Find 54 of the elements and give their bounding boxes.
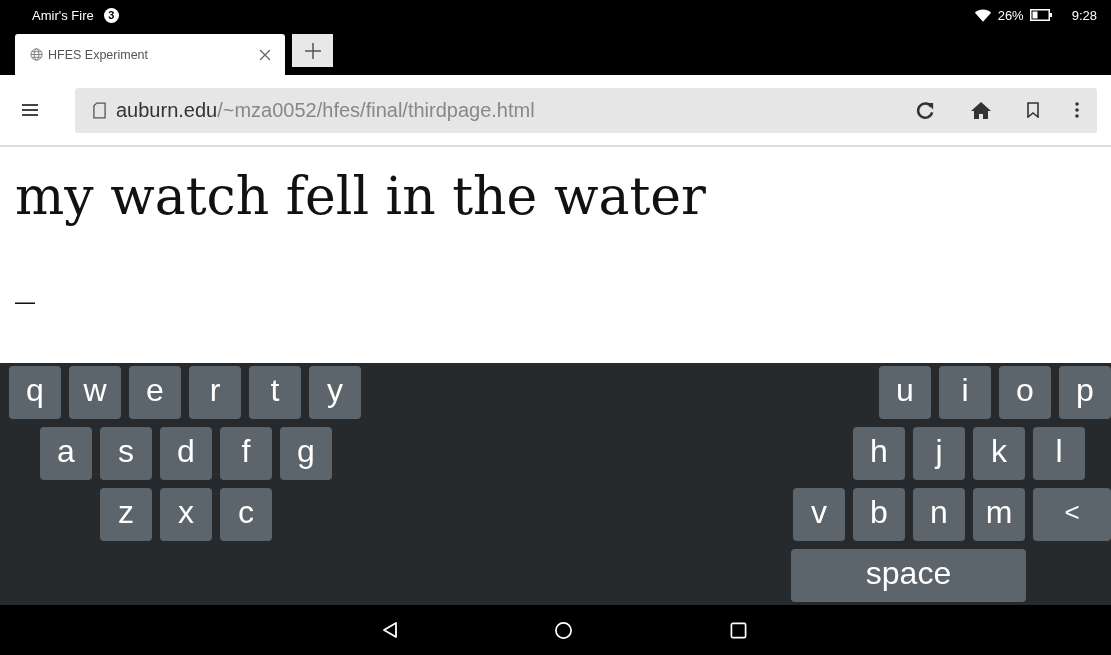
back-icon[interactable] (382, 621, 398, 639)
reload-icon[interactable] (916, 100, 935, 120)
typed-text: _ (15, 261, 36, 302)
home-icon[interactable] (971, 101, 991, 119)
url-domain: auburn.edu (116, 98, 218, 122)
battery-icon (1029, 9, 1052, 21)
tab-title: HFES Experiment (48, 47, 150, 62)
keyboard-key[interactable]: v (793, 488, 845, 541)
backspace-key[interactable]: < (1033, 488, 1111, 541)
keyboard-key[interactable]: b (853, 488, 905, 541)
more-icon[interactable] (1075, 102, 1079, 118)
keyboard-key[interactable]: t (249, 366, 301, 419)
menu-icon[interactable] (22, 104, 38, 116)
keyboard-key[interactable]: k (973, 427, 1025, 480)
keyboard-key[interactable]: g (280, 427, 332, 480)
url-path: /~mza0052/hfes/final/thirdpage.html (217, 98, 535, 122)
recents-icon[interactable] (730, 621, 747, 639)
keyboard-key[interactable]: m (973, 488, 1025, 541)
keyboard-key[interactable]: l (1033, 427, 1085, 480)
keyboard-key[interactable]: u (879, 366, 931, 419)
keyboard-key[interactable]: e (129, 366, 181, 419)
keyboard-key[interactable]: o (999, 366, 1051, 419)
keyboard-key[interactable]: y (309, 366, 361, 419)
keyboard-key[interactable]: q (9, 366, 61, 419)
device-name: Amir's Fire (32, 7, 94, 23)
globe-icon (30, 48, 43, 61)
keyboard-key[interactable]: a (40, 427, 92, 480)
keyboard-key[interactable]: x (160, 488, 212, 541)
browser-tab[interactable]: HFES Experiment (15, 34, 285, 75)
address-bar[interactable]: auburn.edu/~mza0052/hfes/final/thirdpage.html (75, 87, 1097, 133)
keyboard-key[interactable]: d (160, 427, 212, 480)
clock: 9:28 (1071, 7, 1097, 23)
plus-icon (303, 41, 322, 60)
new-tab-button[interactable] (292, 34, 333, 67)
keyboard-key[interactable]: j (913, 427, 965, 480)
wifi-icon (973, 7, 992, 23)
keyboard-key[interactable]: s (100, 427, 152, 480)
target-phrase: my watch fell in the water (15, 165, 707, 228)
page-icon (93, 101, 106, 119)
battery-percent: 26% (997, 7, 1024, 23)
keyboard-key[interactable]: i (939, 366, 991, 419)
close-icon[interactable] (259, 48, 271, 61)
keyboard-key[interactable]: r (189, 366, 241, 419)
bookmark-icon[interactable] (1027, 102, 1039, 118)
keyboard-key[interactable]: z (100, 488, 152, 541)
keyboard-key[interactable]: c (220, 488, 272, 541)
keyboard-key[interactable]: f (220, 427, 272, 480)
notification-badge: 3 (103, 7, 119, 23)
keyboard-key[interactable]: n (913, 488, 965, 541)
keyboard-key[interactable]: h (853, 427, 905, 480)
keyboard-key[interactable]: p (1059, 366, 1111, 419)
home-circle-icon[interactable] (554, 620, 573, 640)
keyboard-key[interactable]: w (69, 366, 121, 419)
space-key[interactable]: space (791, 549, 1026, 602)
